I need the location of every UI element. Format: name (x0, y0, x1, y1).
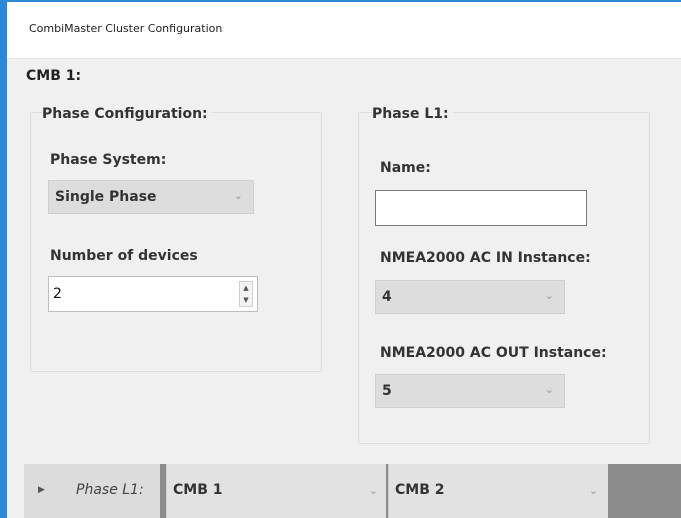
devices-spinner[interactable]: 2 ▲ ▼ (48, 276, 258, 312)
title-bar: CombiMaster Cluster Configuration (7, 2, 681, 59)
grid-cell-cmb1-value: CMB 1 (173, 482, 223, 498)
grid-cell-cmb1-dropdown[interactable]: CMB 1 ⌄ (166, 464, 386, 518)
spin-buttons: ▲ ▼ (239, 281, 253, 307)
devices-value: 2 (53, 286, 62, 302)
phase-system-dropdown[interactable]: Single Phase ⌄ (48, 180, 254, 214)
phase-l1-title: Phase L1: (372, 106, 453, 122)
window-accent-left (0, 0, 7, 518)
spin-up-icon[interactable]: ▲ (240, 282, 252, 294)
name-field[interactable] (375, 190, 587, 226)
devices-label: Number of devices (50, 248, 198, 264)
chevron-down-icon: ⌄ (588, 484, 598, 497)
ac-in-dropdown[interactable]: 4 ⌄ (375, 280, 565, 314)
chevron-down-icon: ⌄ (233, 189, 243, 202)
phase-configuration-title: Phase Configuration: (42, 106, 212, 122)
ac-out-value: 5 (382, 383, 392, 399)
chevron-down-icon: ⌄ (368, 484, 378, 497)
ac-out-dropdown[interactable]: 5 ⌄ (375, 374, 565, 408)
phase-system-value: Single Phase (55, 189, 157, 205)
spin-down-icon[interactable]: ▼ (240, 294, 252, 306)
grid-row-header: ▶ Phase L1: (24, 464, 160, 518)
grid-cell-cmb2-value: CMB 2 (395, 482, 445, 498)
config-window: CombiMaster Cluster Configuration CMB 1:… (0, 0, 681, 518)
phase-configuration-group (30, 112, 322, 372)
chevron-down-icon: ⌄ (544, 289, 554, 302)
ac-in-value: 4 (382, 289, 392, 305)
phase-system-label: Phase System: (50, 152, 167, 168)
grid-row-label: Phase L1: (76, 482, 144, 498)
ac-in-label: NMEA2000 AC IN Instance: (380, 250, 591, 266)
chevron-down-icon: ⌄ (544, 383, 554, 396)
name-label: Name: (380, 160, 431, 176)
window-title: CombiMaster Cluster Configuration (29, 22, 223, 35)
ac-out-label: NMEA2000 AC OUT Instance: (380, 345, 607, 361)
row-expand-arrow-icon[interactable]: ▶ (38, 485, 45, 495)
grid-cell-cmb2-dropdown[interactable]: CMB 2 ⌄ (388, 464, 608, 518)
cluster-label: CMB 1: (26, 68, 82, 84)
